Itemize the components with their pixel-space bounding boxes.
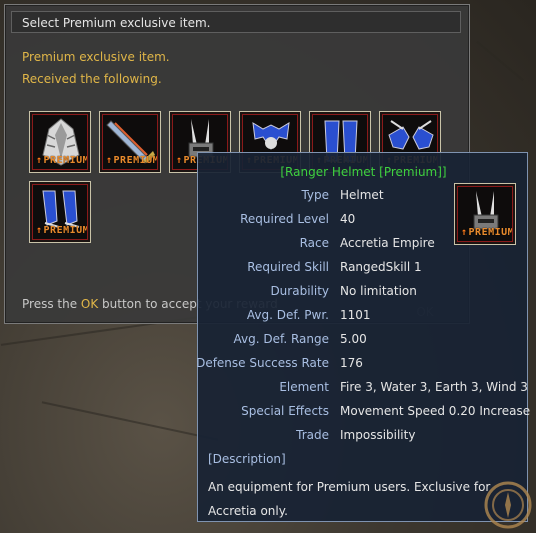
tooltip-row-race: Race Accretia Empire xyxy=(198,236,529,252)
tooltip-description-heading: [Description] xyxy=(208,452,286,466)
tooltip-value: 40 xyxy=(340,212,356,226)
tooltip-row-type: Type Helmet xyxy=(198,188,529,204)
footer-ok-word: OK xyxy=(80,297,99,311)
premium-label: ↑PREMIUM xyxy=(36,225,88,236)
tooltip-row-element: Element Fire 3, Water 3, Earth 3, Wind 3 xyxy=(198,380,529,396)
tooltip-label: Trade xyxy=(296,428,329,442)
tooltip-row-defense-success-rate: Defense Success Rate 176 xyxy=(196,356,529,372)
background-line xyxy=(476,40,524,82)
message-line-1: Premium exclusive item. xyxy=(22,50,170,64)
tooltip-label: Defense Success Rate xyxy=(196,356,329,370)
item-slot-cape[interactable]: ↑PREMIUM xyxy=(29,111,91,173)
item-slot-sword[interactable]: ↑PREMIUM xyxy=(99,111,161,173)
tooltip-value: No limitation xyxy=(340,284,417,298)
tooltip-value: Impossibility xyxy=(340,428,416,442)
tooltip-title: [Ranger Helmet [Premium]] xyxy=(280,165,447,179)
dialog-title: Select Premium exclusive item. xyxy=(11,11,461,33)
tooltip-value: 176 xyxy=(340,356,363,370)
tooltip-label: Type xyxy=(301,188,329,202)
tooltip-row-special-effects: Special Effects Movement Speed 0.20 Incre… xyxy=(198,404,531,420)
premium-label: ↑PREMIUM xyxy=(106,155,158,166)
item-slot-boots[interactable]: ↑PREMIUM xyxy=(29,181,91,243)
background-line xyxy=(41,401,219,441)
tooltip-row-avg-def-pwr: Avg. Def. Pwr. 1101 xyxy=(198,308,529,324)
tooltip-value: Helmet xyxy=(340,188,384,202)
tooltip-label: Avg. Def. Pwr. xyxy=(246,308,329,322)
tooltip-row-required-level: Required Level 40 xyxy=(198,212,529,228)
tooltip-label: Required Level xyxy=(240,212,329,226)
tooltip-row-trade: Trade Impossibility xyxy=(198,428,529,444)
tooltip-label: Special Effects xyxy=(241,404,329,418)
tooltip-value: 1101 xyxy=(340,308,371,322)
tooltip-row-avg-def-range: Avg. Def. Range 5.00 xyxy=(198,332,529,348)
tooltip-row-required-skill: Required Skill RangedSkill 1 xyxy=(198,260,529,276)
tooltip-row-durability: Durability No limitation xyxy=(198,284,529,300)
emblem-icon xyxy=(484,481,532,529)
tooltip-value: Fire 3, Water 3, Earth 3, Wind 3 xyxy=(340,380,528,394)
tooltip-value: RangedSkill 1 xyxy=(340,260,422,274)
tooltip-label: Element xyxy=(279,380,329,394)
premium-label: ↑PREMIUM xyxy=(36,155,88,166)
tooltip-label: Required Skill xyxy=(247,260,329,274)
tooltip-label: Durability xyxy=(270,284,329,298)
tooltip-value: Accretia Empire xyxy=(340,236,435,250)
message-line-2: Received the following. xyxy=(22,72,162,86)
tooltip-value: Movement Speed 0.20 Increase xyxy=(340,404,531,418)
tooltip-label: Avg. Def. Range xyxy=(233,332,330,346)
footer-prefix: Press the xyxy=(22,297,81,311)
tooltip-value: 5.00 xyxy=(340,332,367,346)
tooltip-label: Race xyxy=(299,236,329,250)
tooltip-description: An equipment for Premium users. Exclusiv… xyxy=(208,480,491,518)
item-tooltip: [Ranger Helmet [Premium]] ↑PREMIUM Type H… xyxy=(196,152,531,522)
